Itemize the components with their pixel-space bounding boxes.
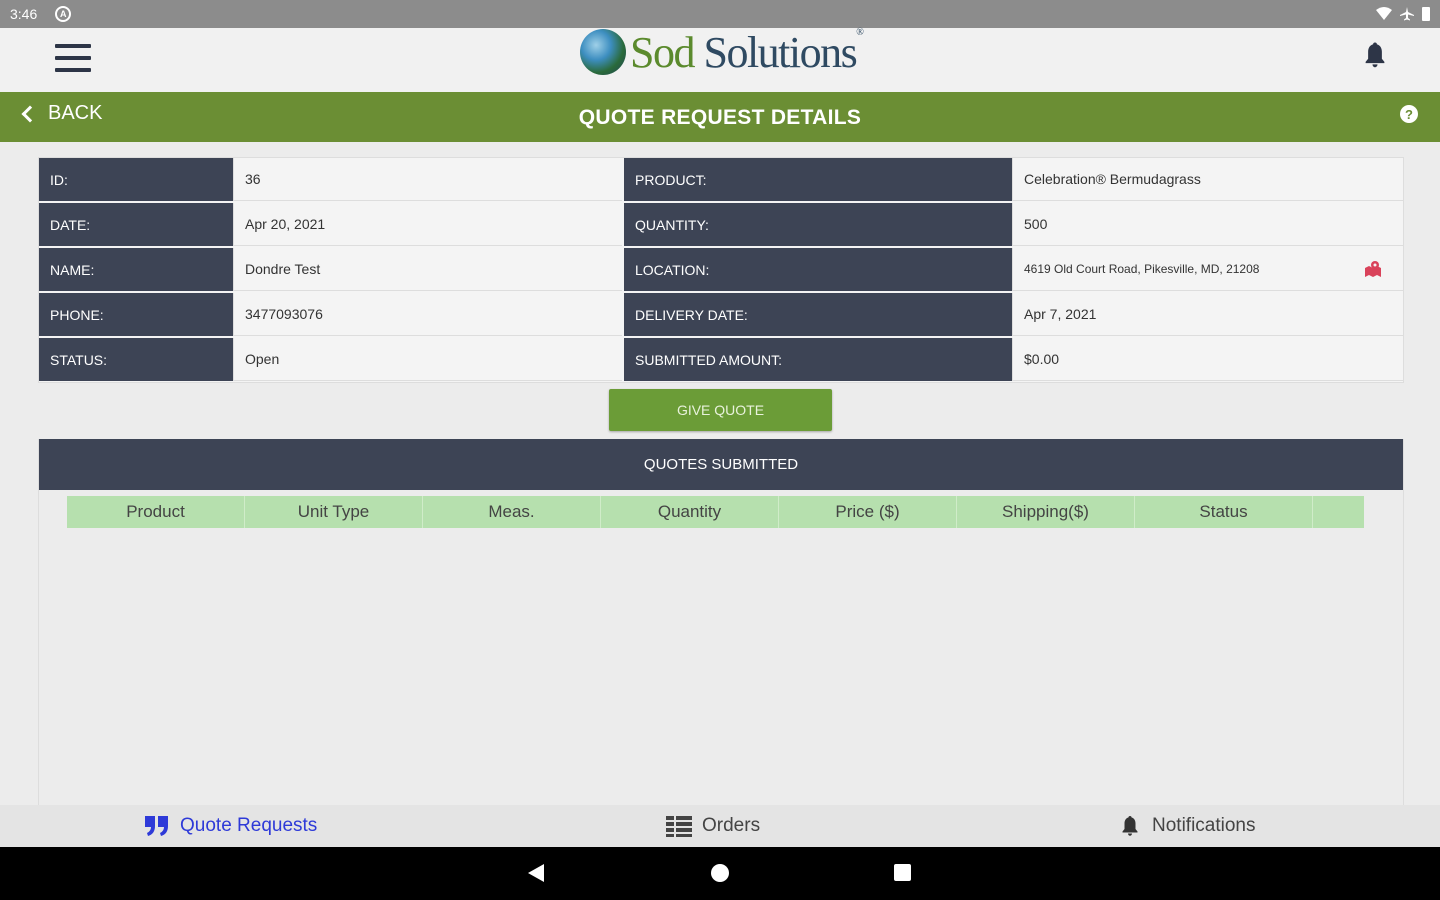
bottom-navigation: Quote Requests Orders Notifications	[0, 805, 1440, 847]
product-value: Celebration® Bermudagrass	[1012, 158, 1403, 201]
menu-icon[interactable]	[55, 42, 91, 74]
system-home-icon[interactable]	[711, 864, 729, 882]
column-header-status: Status	[1135, 496, 1313, 528]
clock: 3:46	[10, 6, 38, 22]
quote-request-details: ID: 36 DATE: Apr 20, 2021 NAME: Dondre T…	[38, 157, 1404, 383]
detail-row-location: LOCATION: 4619 Old Court Road, Pikesvill…	[624, 248, 1403, 291]
location-value: 4619 Old Court Road, Pikesville, MD, 212…	[1024, 262, 1260, 276]
location-value-cell: 4619 Old Court Road, Pikesville, MD, 212…	[1012, 248, 1403, 291]
column-header-unit-type: Unit Type	[245, 496, 423, 528]
name-value: Dondre Test	[233, 248, 622, 291]
page-title: QUOTE REQUEST DETAILS	[578, 106, 862, 129]
list-icon	[666, 816, 692, 837]
quotes-submitted-panel: QUOTES SUBMITTED Product Unit Type Meas.…	[38, 439, 1404, 805]
detail-row-status: STATUS: Open	[39, 338, 622, 381]
quantity-value: 500	[1012, 203, 1403, 246]
phone-value: 3477093076	[233, 293, 622, 336]
phone-label: PHONE:	[39, 293, 233, 336]
globe-logo-icon	[580, 29, 626, 75]
status-label: STATUS:	[39, 338, 233, 381]
detail-row-submitted-amount: SUBMITTED AMOUNT: $0.00	[624, 338, 1403, 381]
nav-notifications-label: Notifications	[1152, 815, 1256, 836]
wifi-icon	[1376, 7, 1392, 20]
nav-notifications[interactable]: Notifications	[1118, 805, 1256, 847]
column-header-price: Price ($)	[779, 496, 957, 528]
nav-quote-requests[interactable]: Quote Requests	[144, 805, 317, 847]
nav-orders-label: Orders	[702, 815, 761, 836]
detail-row-phone: PHONE: 3477093076	[39, 293, 622, 336]
quantity-label: QUANTITY:	[624, 203, 1012, 246]
detail-row-id: ID: 36	[39, 158, 622, 201]
system-status-bar: 3:46 A	[0, 0, 1440, 28]
detail-row-name: NAME: Dondre Test	[39, 248, 622, 291]
nav-quote-requests-label: Quote Requests	[180, 815, 318, 836]
column-header-product: Product	[67, 496, 245, 528]
detail-row-product: PRODUCT: Celebration® Bermudagrass	[624, 158, 1403, 201]
logo-wordmark: Sod Solutions®	[630, 26, 864, 77]
bell-icon[interactable]	[1360, 40, 1390, 70]
detail-row-quantity: QUANTITY: 500	[624, 203, 1403, 246]
column-header-meas: Meas.	[423, 496, 601, 528]
help-icon[interactable]: ?	[1400, 105, 1418, 123]
give-quote-button[interactable]: GIVE QUOTE	[609, 389, 832, 431]
location-label: LOCATION:	[624, 248, 1012, 291]
system-recents-icon[interactable]	[894, 864, 911, 881]
date-label: DATE:	[39, 203, 233, 246]
date-value: Apr 20, 2021	[233, 203, 622, 246]
quotes-table-header: Product Unit Type Meas. Quantity Price (…	[67, 496, 1364, 528]
submitted-amount-value: $0.00	[1012, 338, 1403, 381]
page-title-bar: BACK QUOTE REQUEST DETAILS ?	[0, 92, 1440, 142]
map-pin-icon[interactable]	[1363, 260, 1383, 278]
nav-orders[interactable]: Orders	[666, 805, 760, 847]
system-back-icon[interactable]	[528, 864, 544, 882]
accessibility-icon: A	[55, 6, 72, 22]
column-header-quantity: Quantity	[601, 496, 779, 528]
sod-solutions-logo: Sod Solutions®	[580, 26, 864, 77]
quote-icon	[145, 816, 168, 836]
battery-icon	[1422, 7, 1430, 21]
bell-icon	[1122, 816, 1138, 836]
detail-row-delivery-date: DELIVERY DATE: Apr 7, 2021	[624, 293, 1403, 336]
quotes-submitted-title: QUOTES SUBMITTED	[39, 439, 1403, 490]
delivery-date-value: Apr 7, 2021	[1012, 293, 1403, 336]
status-value: Open	[233, 338, 622, 381]
column-header-shipping: Shipping($)	[957, 496, 1135, 528]
name-label: NAME:	[39, 248, 233, 291]
airplane-icon	[1400, 7, 1414, 21]
id-value: 36	[233, 158, 622, 201]
id-label: ID:	[39, 158, 233, 201]
app-header: Sod Solutions®	[0, 26, 1440, 92]
product-label: PRODUCT:	[624, 158, 1012, 201]
delivery-date-label: DELIVERY DATE:	[624, 293, 1012, 336]
status-icons	[1376, 7, 1430, 21]
detail-row-date: DATE: Apr 20, 2021	[39, 203, 622, 246]
system-navigation-bar	[0, 847, 1440, 900]
submitted-amount-label: SUBMITTED AMOUNT:	[624, 338, 1012, 381]
